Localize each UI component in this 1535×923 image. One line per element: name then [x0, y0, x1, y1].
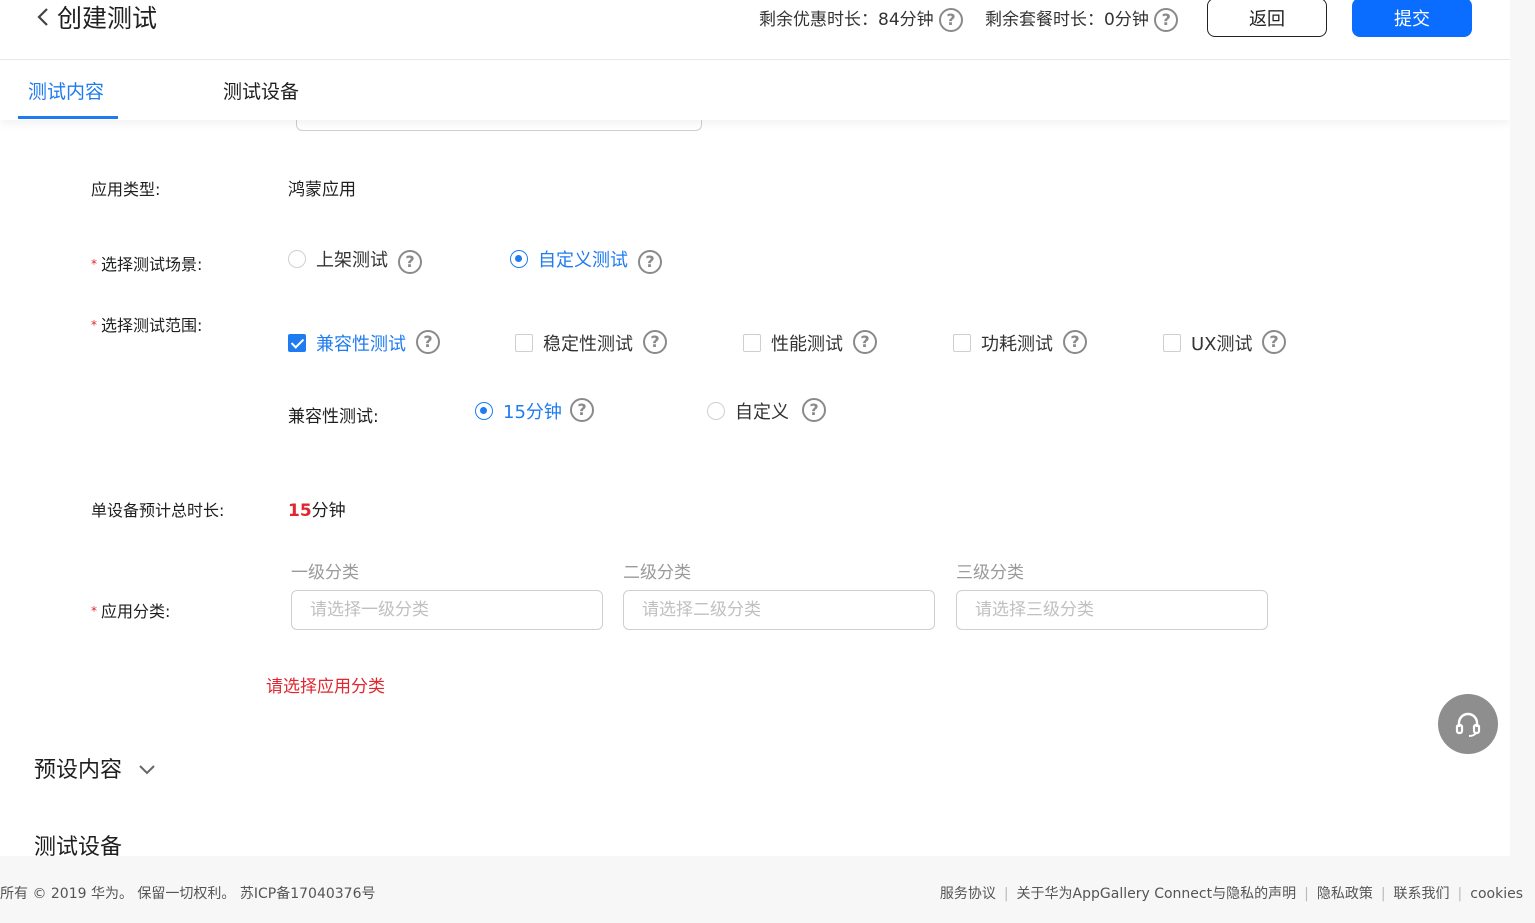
- help-icon[interactable]: ?: [1154, 8, 1179, 32]
- scope-checkbox-power[interactable]: [953, 334, 971, 352]
- scope-option-stability[interactable]: 稳定性测试: [543, 330, 633, 356]
- help-icon[interactable]: ?: [570, 398, 594, 422]
- section-preset-title[interactable]: 预设内容: [34, 752, 122, 784]
- category-level2-select[interactable]: [623, 590, 935, 630]
- category-error-message: 请选择应用分类: [266, 677, 385, 697]
- required-mark: *: [91, 318, 97, 332]
- back-chevron-icon[interactable]: [34, 6, 52, 28]
- discount-quota: 剩余优惠时长：84分钟 ?: [759, 5, 964, 32]
- category-level2-input[interactable]: [624, 591, 934, 629]
- scope-option-power[interactable]: 功耗测试: [981, 330, 1053, 356]
- duration-number: 15: [288, 501, 312, 521]
- required-mark: *: [91, 257, 97, 271]
- app-type-label: 应用类型:: [91, 180, 161, 199]
- footer-separator: |: [1457, 886, 1463, 902]
- scenario-option-custom[interactable]: 自定义测试: [538, 246, 628, 272]
- help-icon[interactable]: ?: [1063, 330, 1087, 354]
- compat-option-15min[interactable]: 15分钟: [503, 398, 562, 424]
- active-tab-indicator: [18, 116, 118, 119]
- help-icon[interactable]: ?: [416, 330, 440, 354]
- duration-value: 15分钟: [288, 496, 346, 521]
- tab-test-content[interactable]: 测试内容: [28, 77, 104, 104]
- category-level3-header: 三级分类: [956, 563, 1024, 583]
- help-icon[interactable]: ?: [853, 330, 877, 354]
- category-level1-header: 一级分类: [291, 563, 359, 583]
- page-title: 创建测试: [57, 4, 158, 33]
- category-level1-input[interactable]: [292, 591, 602, 629]
- page-main: 创建测试 剩余优惠时长：84分钟 ? 剩余套餐时长：0分钟 ? 返回 提交 测试…: [0, 0, 1510, 856]
- page-scrollbar[interactable]: [1510, 0, 1535, 856]
- footer-separator: |: [1304, 886, 1309, 902]
- compat-label: 兼容性测试:: [288, 407, 379, 427]
- scenario-radio-listing[interactable]: [288, 250, 306, 268]
- page-footer: 所有 © 2019 华为。 保留一切权利。 苏ICP备17040376号 服务协…: [0, 856, 1535, 923]
- customer-support-button[interactable]: [1438, 694, 1498, 754]
- scope-option-performance[interactable]: 性能测试: [771, 330, 843, 356]
- back-button[interactable]: 返回: [1207, 0, 1327, 37]
- help-icon[interactable]: ?: [398, 250, 422, 274]
- tab-test-devices[interactable]: 测试设备: [223, 77, 299, 104]
- discount-quota-text: 剩余优惠时长：84分钟: [759, 10, 934, 30]
- scope-checkbox-performance[interactable]: [743, 334, 761, 352]
- compat-radio-15min[interactable]: [475, 402, 493, 420]
- duration-label: 单设备预计总时长:: [91, 501, 225, 520]
- package-quota: 剩余套餐时长：0分钟 ?: [985, 5, 1179, 32]
- category-level2-header: 二级分类: [623, 563, 691, 583]
- footer-link-service-agreement[interactable]: 服务协议: [940, 886, 996, 902]
- package-quota-text: 剩余套餐时长：0分钟: [985, 10, 1149, 30]
- submit-button[interactable]: 提交: [1352, 0, 1472, 37]
- category-level1-select[interactable]: [291, 590, 603, 630]
- compat-radio-custom[interactable]: [707, 402, 725, 420]
- help-icon[interactable]: ?: [1262, 330, 1286, 354]
- footer-separator: |: [1380, 886, 1386, 902]
- scope-checkbox-compatibility[interactable]: [288, 334, 306, 352]
- footer-link-cookies[interactable]: cookies: [1470, 886, 1523, 902]
- header-divider: [0, 59, 1510, 60]
- footer-link-contact[interactable]: 联系我们: [1394, 886, 1450, 902]
- chevron-down-icon[interactable]: [138, 764, 156, 776]
- headset-icon: [1455, 712, 1481, 737]
- category-label: * 应用分类:: [91, 598, 170, 622]
- category-label-text: 应用分类:: [101, 602, 171, 621]
- help-icon[interactable]: ?: [802, 398, 826, 422]
- scope-option-compatibility[interactable]: 兼容性测试: [316, 330, 406, 356]
- scenario-label: * 选择测试场景:: [91, 251, 202, 275]
- scope-checkbox-stability[interactable]: [515, 334, 533, 352]
- scope-label-text: 选择测试范围:: [101, 316, 203, 335]
- section-devices-title: 测试设备: [34, 835, 123, 856]
- footer-copyright: 所有 © 2019 华为。 保留一切权利。 苏ICP备17040376号: [0, 886, 376, 902]
- category-level3-select[interactable]: [956, 590, 1268, 630]
- footer-link-privacy-policy[interactable]: 隐私政策: [1317, 886, 1373, 902]
- help-icon[interactable]: ?: [638, 250, 662, 274]
- help-icon[interactable]: ?: [939, 8, 964, 32]
- scope-label: * 选择测试范围:: [91, 312, 202, 336]
- help-icon[interactable]: ?: [643, 330, 667, 354]
- footer-link-privacy-statement[interactable]: 关于华为AppGallery Connect与隐私的声明: [1017, 886, 1297, 902]
- scope-option-ux[interactable]: UX测试: [1191, 330, 1253, 356]
- app-type-value: 鸿蒙应用: [288, 180, 356, 200]
- scenario-option-listing[interactable]: 上架测试: [316, 246, 388, 272]
- required-mark: *: [91, 604, 97, 618]
- compat-option-custom[interactable]: 自定义: [735, 398, 789, 424]
- scenario-label-text: 选择测试场景:: [101, 255, 203, 274]
- duration-unit: 分钟: [311, 501, 346, 521]
- scope-checkbox-ux[interactable]: [1163, 334, 1181, 352]
- category-level3-input[interactable]: [957, 591, 1267, 629]
- page-header: 创建测试 剩余优惠时长：84分钟 ? 剩余套餐时长：0分钟 ? 返回 提交 测试…: [0, 0, 1510, 120]
- footer-links: 服务协议 | 关于华为AppGallery Connect与隐私的声明 | 隐私政策 | 联…: [940, 883, 1523, 903]
- scenario-radio-custom[interactable]: [510, 250, 528, 268]
- footer-separator: |: [1003, 886, 1009, 902]
